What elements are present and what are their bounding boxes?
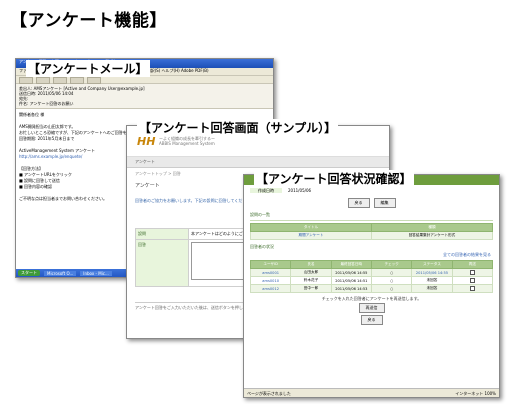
back-button-bottom[interactable]: 戻る bbox=[360, 315, 383, 325]
form-screenshot-label: 【アンケート回答画面（サンプル）】 bbox=[137, 119, 339, 136]
resend-checkbox[interactable] bbox=[469, 269, 475, 275]
respondent-table: ユーザID 氏名 最終回答日時 チェック ステータス 再送 ams0001 山田… bbox=[249, 260, 494, 293]
col-header: タイトル bbox=[250, 223, 372, 232]
col-header: 最終回答日時 bbox=[330, 260, 372, 269]
col-header: 種類 bbox=[371, 223, 493, 232]
resend-checkbox[interactable] bbox=[469, 277, 475, 283]
col-header: 氏名 bbox=[290, 260, 332, 269]
edit-button[interactable]: 編集 bbox=[373, 198, 396, 208]
back-button[interactable]: 戻る bbox=[347, 198, 370, 208]
question-list-table: タイトル 種類 期間アンケート 回答結果集計アンケート形式 bbox=[250, 223, 493, 240]
mail-subject: 件名: アンケート回答のお願い bbox=[19, 101, 74, 106]
mail-toolbar bbox=[16, 76, 273, 84]
question-title-link[interactable]: 期間アンケート bbox=[250, 231, 372, 240]
forward-button[interactable] bbox=[53, 77, 67, 84]
mail-header: 差出人: AMSアンケート [Active and Company User@e… bbox=[16, 84, 273, 109]
col-header: ユーザID bbox=[249, 260, 292, 269]
table-row: ams0010 鈴木花子 2011/05/06 14:51 ○ 未回答 bbox=[249, 276, 494, 285]
answer-label: 回答 bbox=[135, 239, 189, 287]
created-label: 作成日時 bbox=[250, 188, 282, 193]
browser-statusbar: ページが表示されました インターネット 100% bbox=[244, 388, 499, 397]
question-list-title: 設問の一覧 bbox=[250, 212, 270, 217]
start-button[interactable]: スタート bbox=[18, 270, 40, 276]
status-screenshot-label: 【アンケート回答状況確認】 bbox=[254, 170, 414, 187]
taskbar-item[interactable]: Microsoft O... bbox=[44, 270, 77, 276]
created-value: 2011/05/06 bbox=[288, 188, 312, 193]
page-title: 【アンケート機能】 bbox=[10, 11, 167, 31]
col-header: チェック bbox=[370, 260, 413, 269]
question-label: 設問 bbox=[135, 228, 189, 240]
col-header: ステータス bbox=[411, 260, 453, 269]
mail-screenshot-label: 【アンケートメール】 bbox=[26, 60, 150, 77]
all-results-link[interactable]: 全ての回答者の結果を見る bbox=[244, 252, 499, 258]
mail-body-line: 関係者各位 様 bbox=[19, 112, 45, 117]
col-header: 再送 bbox=[451, 260, 494, 269]
resend-message: チェックを入れた回答者にアンケートを再送信します。 bbox=[321, 296, 422, 301]
delete-button[interactable] bbox=[87, 77, 101, 84]
print-button[interactable] bbox=[70, 77, 84, 84]
resend-checkbox[interactable] bbox=[469, 285, 475, 291]
reply-button[interactable] bbox=[19, 77, 33, 84]
taskbar-item[interactable]: Inbox - Mic... bbox=[80, 270, 112, 276]
table-row: ams0001 山田太郎 2011/05/06 14:55 ○ 2011/05/… bbox=[249, 268, 494, 277]
logo-tagline: ーよく組織の成長を牽引するー ABBIS Management System bbox=[159, 136, 215, 146]
status-left: ページが表示されました bbox=[247, 390, 291, 396]
status-right: インターネット 100% bbox=[455, 390, 496, 396]
section-bar: アンケート bbox=[127, 157, 389, 168]
status-check-screenshot: 作成日時 2011/05/06 戻る 編集 設問の一覧 タイトル 種類 期間アン… bbox=[243, 174, 500, 398]
respondent-section-title: 回答者の状況 bbox=[250, 244, 274, 249]
reply-all-button[interactable] bbox=[36, 77, 50, 84]
question-type: 回答結果集計アンケート形式 bbox=[371, 231, 493, 240]
ams-logo: HH bbox=[137, 135, 156, 148]
resend-button[interactable]: 再送信 bbox=[358, 303, 385, 313]
table-row: ams0012 田中一郎 2011/05/06 14:53 ○ 未回答 bbox=[249, 284, 494, 293]
